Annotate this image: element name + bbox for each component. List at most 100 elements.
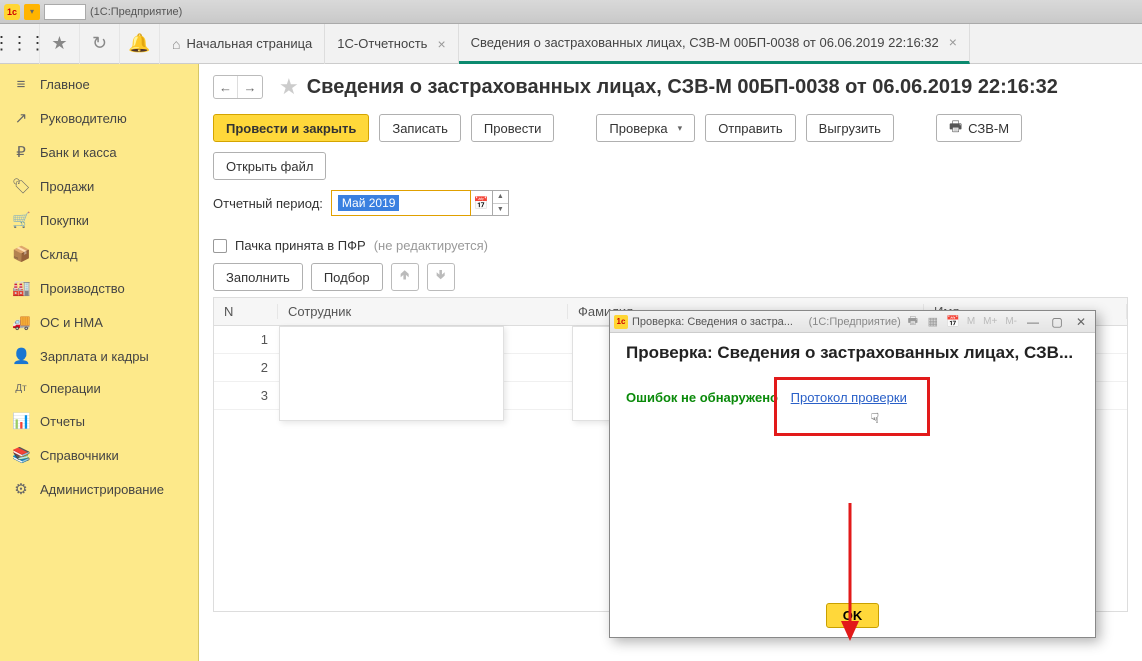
tab-document[interactable]: Сведения о застрахованных лицах, СЗВ-М 0…	[459, 24, 970, 64]
top-toolbar: ⋮⋮⋮ ★ ↻ 🔔 ⌂ Начальная страница 1С-Отчетн…	[0, 24, 1142, 64]
sidebar-item-main[interactable]: ≡ Главное	[0, 68, 198, 101]
sidebar-item-manager[interactable]: ↗ Руководителю	[0, 101, 198, 135]
app-logo-icon: 1c	[614, 315, 628, 329]
gear-icon: ⚙	[12, 480, 30, 498]
dialog-app-suffix: (1С:Предприятие)	[809, 316, 901, 328]
box-icon: 📦	[12, 245, 30, 263]
print-icon[interactable]: 🖶	[905, 312, 921, 331]
sidebar-item-label: Руководителю	[40, 111, 127, 126]
sidebar-item-assets[interactable]: 🚚ОС и НМА	[0, 305, 198, 339]
debit-credit-icon: Дт	[12, 383, 30, 394]
row-number: 1	[214, 332, 278, 347]
sidebar-item-label: Покупки	[40, 213, 89, 228]
home-icon: ⌂	[172, 36, 180, 52]
sidebar-item-bank[interactable]: ₽Банк и касса	[0, 135, 198, 169]
cursor-icon: ☟	[871, 410, 880, 427]
nav-forward-button[interactable]: →	[238, 76, 262, 98]
apps-icon[interactable]: ⋮⋮⋮	[0, 24, 40, 64]
m-button[interactable]: M	[965, 316, 977, 327]
sidebar-item-label: ОС и НМА	[40, 315, 103, 330]
tab-label: Сведения о застрахованных лицах, СЗВ-М 0…	[471, 35, 939, 50]
sidebar-item-label: Главное	[40, 77, 90, 92]
button-label: СЗВ-М	[968, 121, 1009, 136]
open-file-button[interactable]: Открыть файл	[213, 152, 326, 180]
calendar-button[interactable]: 📅	[471, 190, 493, 216]
calendar-icon[interactable]: 📅	[945, 315, 961, 328]
sidebar-item-operations[interactable]: Дт Операции	[0, 373, 198, 404]
history-icon[interactable]: ↻	[80, 24, 120, 64]
print-szvm-button[interactable]: 🖶 СЗВ-М	[936, 114, 1022, 142]
annotation-arrow-icon	[835, 503, 865, 643]
col-employee[interactable]: Сотрудник	[278, 304, 568, 319]
tab-bar: ⌂ Начальная страница 1С-Отчетность × Све…	[160, 24, 970, 64]
sidebar-item-hr[interactable]: 👤Зарплата и кадры	[0, 339, 198, 373]
dialog-heading: Проверка: Сведения о застрахованных лица…	[610, 333, 1095, 371]
grid-icon[interactable]: ▦	[925, 315, 941, 328]
chevron-down-icon: ▾	[678, 123, 683, 134]
post-button[interactable]: Провести	[471, 114, 555, 142]
print-icon: 🖶	[949, 116, 962, 140]
nav-back-forward: ← →	[213, 75, 263, 99]
pack-accepted-checkbox[interactable]	[213, 239, 227, 253]
pack-accepted-label: Пачка принята в ПФР	[235, 238, 366, 253]
sidebar-item-label: Операции	[40, 381, 101, 396]
period-input[interactable]: Май 2019	[331, 190, 471, 216]
protocol-highlight: Протокол проверки ☟	[774, 377, 930, 436]
send-button[interactable]: Отправить	[705, 114, 795, 142]
tag-icon: 🏷	[12, 177, 30, 195]
chart-up-icon: ↗	[12, 109, 30, 127]
sidebar-item-production[interactable]: 🏭Производство	[0, 271, 198, 305]
titlebar-dropdown-icon[interactable]: ▾	[24, 4, 40, 20]
sidebar-item-references[interactable]: 📚Справочники	[0, 438, 198, 472]
spin-up-icon[interactable]: ▲	[493, 191, 508, 204]
save-button[interactable]: Записать	[379, 114, 461, 142]
person-icon: 👤	[12, 347, 30, 365]
m-plus-button[interactable]: M+	[981, 316, 999, 327]
favorites-icon[interactable]: ★	[40, 24, 80, 64]
move-down-button[interactable]: 🢃	[427, 263, 455, 291]
col-n[interactable]: N	[214, 304, 278, 319]
page-title: Сведения о застрахованных лицах, СЗВ-М 0…	[307, 76, 1058, 99]
protocol-link[interactable]: Протокол проверки	[791, 390, 907, 405]
menu-icon: ≡	[12, 76, 30, 93]
tab-reporting[interactable]: 1С-Отчетность ×	[325, 24, 458, 64]
sidebar-item-warehouse[interactable]: 📦Склад	[0, 237, 198, 271]
post-and-close-button[interactable]: Провести и закрыть	[213, 114, 369, 142]
no-errors-message: Ошибок не обнаружено	[626, 390, 778, 405]
sidebar-item-label: Справочники	[40, 448, 119, 463]
close-icon[interactable]: ×	[437, 36, 445, 52]
calendar-icon: 📅	[474, 196, 489, 210]
button-label: Выгрузить	[819, 121, 881, 136]
pick-button[interactable]: Подбор	[311, 263, 383, 291]
button-label: Провести	[484, 121, 542, 136]
sidebar-item-purchases[interactable]: 🛒Покупки	[0, 203, 198, 237]
ruble-icon: ₽	[12, 143, 30, 161]
check-dropdown-button[interactable]: Проверка▾	[596, 114, 695, 142]
period-value: Май 2019	[338, 195, 400, 211]
favorite-star-icon[interactable]: ★	[279, 74, 299, 100]
tab-label: 1С-Отчетность	[337, 36, 427, 51]
nav-back-button[interactable]: ←	[214, 76, 238, 98]
tab-label: Начальная страница	[186, 36, 312, 51]
barchart-icon: 📊	[12, 412, 30, 430]
sidebar-item-reports[interactable]: 📊Отчеты	[0, 404, 198, 438]
pack-accepted-hint: (не редактируется)	[374, 238, 488, 253]
notifications-icon[interactable]: 🔔	[120, 24, 160, 64]
m-minus-button[interactable]: M-	[1003, 316, 1019, 327]
maximize-icon[interactable]: ▢	[1047, 315, 1067, 329]
close-icon[interactable]: ✕	[1071, 315, 1091, 329]
sidebar-item-admin[interactable]: ⚙Администрирование	[0, 472, 198, 506]
sidebar: ≡ Главное ↗ Руководителю ₽Банк и касса 🏷 Пр…	[0, 64, 199, 661]
period-spinner[interactable]: ▲▼	[493, 190, 509, 216]
factory-icon: 🏭	[12, 279, 30, 297]
spin-down-icon[interactable]: ▼	[493, 204, 508, 216]
tab-home[interactable]: ⌂ Начальная страница	[160, 24, 325, 64]
move-up-button[interactable]: 🢁	[391, 263, 419, 291]
minimize-icon[interactable]: —	[1023, 315, 1043, 329]
fill-button[interactable]: Заполнить	[213, 263, 303, 291]
sidebar-item-label: Продажи	[40, 179, 94, 194]
dialog-titlebar[interactable]: 1c Проверка: Сведения о застра... (1С:Пр…	[610, 311, 1095, 333]
export-button[interactable]: Выгрузить	[806, 114, 894, 142]
sidebar-item-sales[interactable]: 🏷 Продажи	[0, 169, 198, 203]
close-icon[interactable]: ×	[949, 34, 957, 50]
